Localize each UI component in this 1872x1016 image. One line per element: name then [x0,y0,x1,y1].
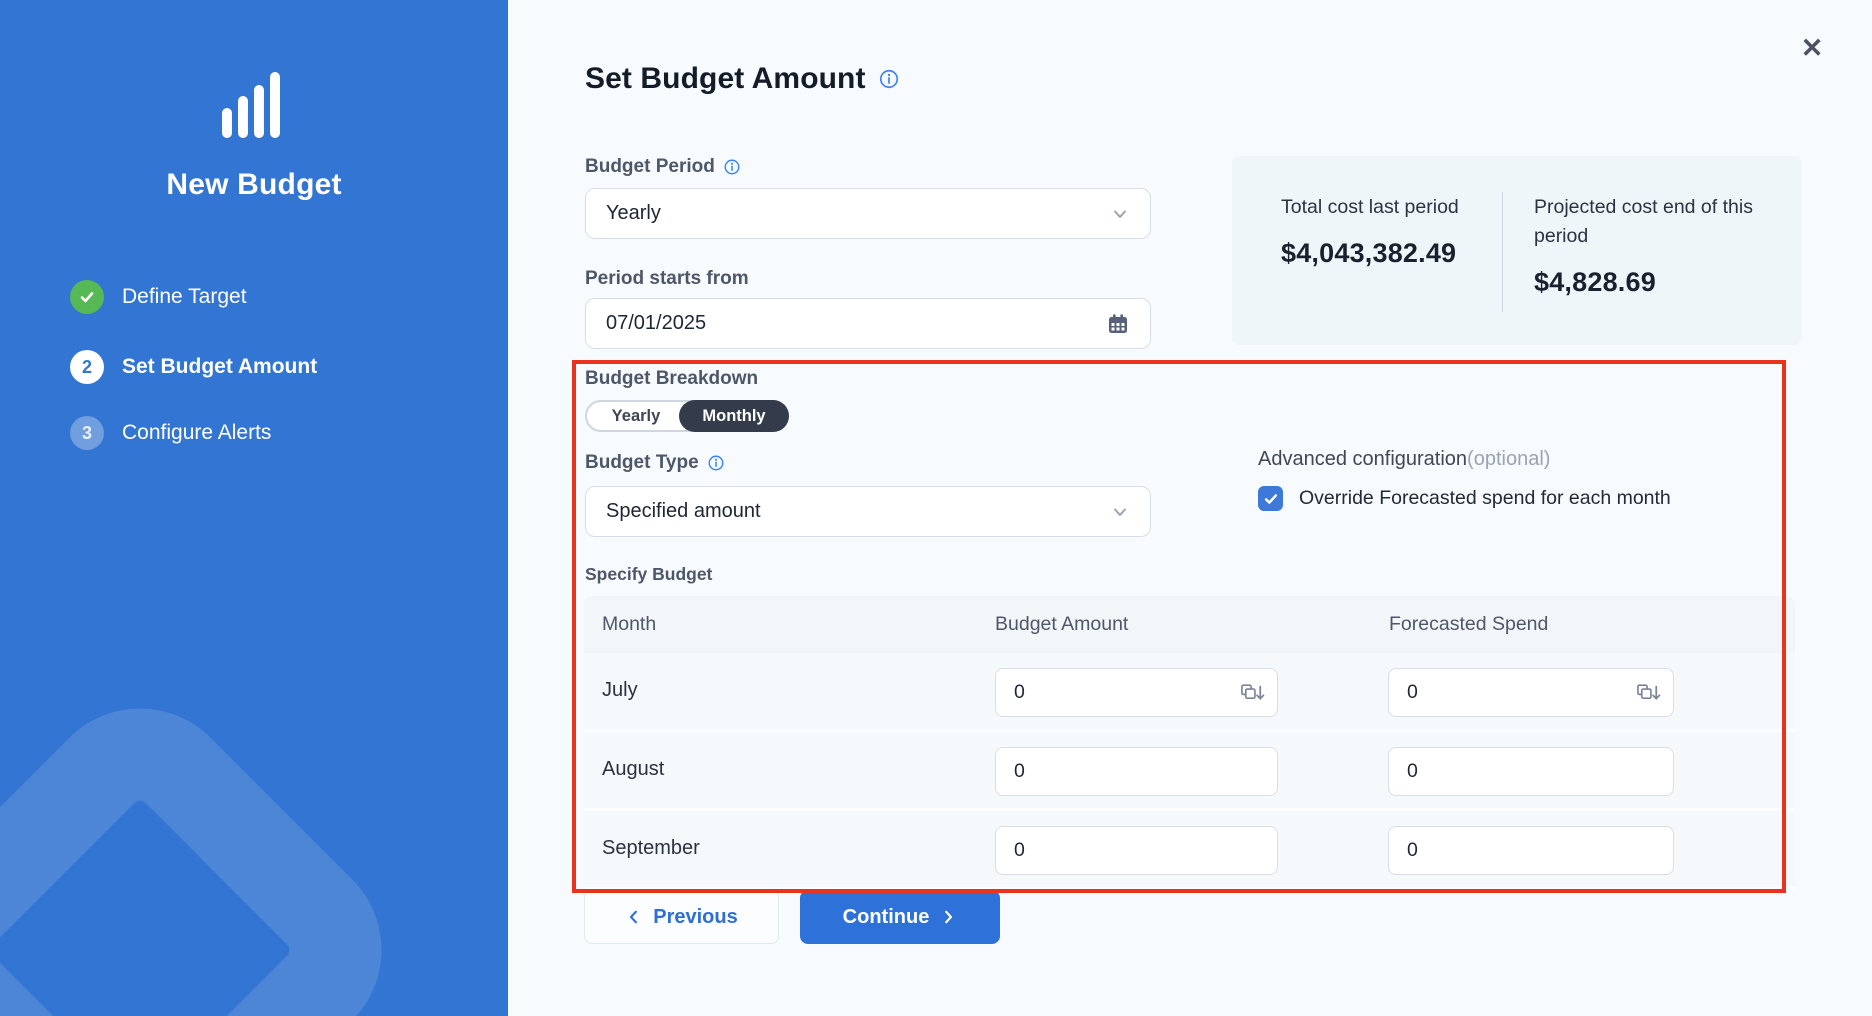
override-forecast-label: Override Forecasted spend for each month [1299,487,1671,510]
step-number-badge: 2 [70,350,104,384]
budget-amount-field[interactable] [995,826,1278,875]
budget-period-label: Budget Period [585,156,715,178]
period-starts-label: Period starts from [585,268,749,290]
set-budget-amount-panel: ✕ Set Budget Amount Budget Period Yearly… [508,0,1872,1016]
watermark-pattern [0,667,423,1016]
chevron-down-icon [1110,502,1130,522]
new-budget-dialog: New Budget Define Target 2 Set Budget Am… [0,0,1872,1016]
budget-type-label: Budget Type [585,452,699,474]
budget-type-value: Specified amount [606,500,1110,523]
step-done-check-icon [70,280,104,314]
toggle-option-monthly-selected[interactable]: Monthly [679,400,789,432]
budget-period-value: Yearly [606,202,1110,225]
bar-chart-logo-icon [222,72,282,138]
step-configure-alerts[interactable]: 3 Configure Alerts [70,414,271,452]
step-number-badge: 3 [70,416,104,450]
forecasted-spend-input[interactable] [1407,681,1635,704]
wizard-sidebar: New Budget Define Target 2 Set Budget Am… [0,0,508,1016]
budget-amount-field[interactable] [995,668,1278,717]
column-header-month: Month [602,613,656,636]
total-cost-last-period-value: $4,043,382.49 [1281,238,1481,269]
table-row: September [584,811,1795,890]
forecasted-spend-field[interactable] [1388,668,1674,717]
budget-amount-input[interactable] [1014,681,1239,704]
optional-label: (optional) [1467,448,1550,470]
table-row: July [584,653,1795,732]
step-define-target[interactable]: Define Target [70,278,247,316]
period-starts-field[interactable] [585,298,1151,349]
override-forecast-option[interactable]: Override Forecasted spend for each month [1258,486,1671,511]
projected-cost-label: Projected cost end of this period [1534,193,1764,251]
forecasted-spend-input[interactable] [1407,839,1661,862]
forecasted-spend-field[interactable] [1388,747,1674,796]
month-label: July [602,679,638,702]
info-icon[interactable] [723,158,741,176]
budget-amount-input[interactable] [1014,839,1265,862]
previous-button-label: Previous [653,906,737,929]
chevron-down-icon [1110,204,1130,224]
column-header-budget-amount: Budget Amount [995,613,1128,636]
step-label: Define Target [122,285,247,309]
copy-down-icon[interactable] [1635,682,1661,704]
calendar-icon[interactable] [1106,312,1130,336]
continue-button[interactable]: Continue [800,890,1000,944]
copy-down-icon[interactable] [1239,682,1265,704]
budget-breakdown-label: Budget Breakdown [585,368,758,390]
specify-budget-label: Specify Budget [585,564,712,585]
checked-checkbox-icon[interactable] [1258,486,1283,511]
forecasted-spend-input[interactable] [1407,760,1661,783]
budget-breakdown-toggle[interactable]: Yearly Monthly [585,400,789,432]
info-icon[interactable] [707,454,725,472]
budget-amount-field[interactable] [995,747,1278,796]
step-set-budget-amount[interactable]: 2 Set Budget Amount [70,348,317,386]
month-label: September [602,837,700,860]
advanced-configuration-label: Advanced configuration [1258,448,1467,470]
info-icon[interactable] [878,68,900,90]
budget-amount-input[interactable] [1014,760,1265,783]
specify-budget-table: Month Budget Amount Forecasted Spend Jul… [584,596,1795,893]
column-header-forecasted-spend: Forecasted Spend [1389,613,1548,636]
chevron-left-icon [625,908,643,926]
step-label: Set Budget Amount [122,355,317,379]
budget-type-select[interactable]: Specified amount [585,486,1151,537]
toggle-option-yearly[interactable]: Yearly [587,407,685,426]
forecasted-spend-field[interactable] [1388,826,1674,875]
wizard-title: New Budget [0,168,508,202]
month-label: August [602,758,664,781]
chevron-right-icon [939,908,957,926]
projected-cost-value: $4,828.69 [1534,267,1764,298]
cost-summary-card: Total cost last period $4,043,382.49 Pro… [1232,156,1802,345]
table-header-row: Month Budget Amount Forecasted Spend [584,596,1795,653]
total-cost-last-period-label: Total cost last period [1281,193,1481,222]
table-row: August [584,732,1795,811]
continue-button-label: Continue [843,906,930,929]
vertical-divider [1502,192,1503,312]
page-title: Set Budget Amount [585,62,866,96]
budget-period-select[interactable]: Yearly [585,188,1151,239]
close-icon[interactable]: ✕ [1794,30,1830,66]
previous-button[interactable]: Previous [584,890,779,944]
period-starts-input[interactable] [606,312,1106,335]
step-label: Configure Alerts [122,421,271,445]
